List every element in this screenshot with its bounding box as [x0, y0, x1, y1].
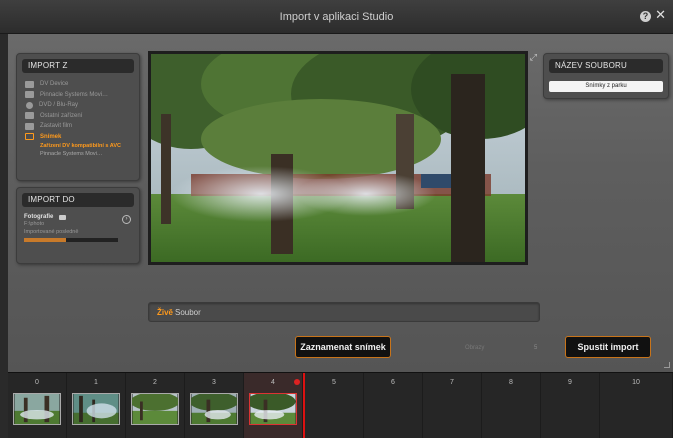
source-item-dv[interactable]: DV Device: [25, 79, 139, 89]
timeline-slot[interactable]: 1: [67, 373, 126, 438]
sub-item-avc[interactable]: Zařízení DV kompatibilní s AVC: [25, 142, 139, 150]
import-to-panel: IMPORT DO Fotografie › F:\photo Importov…: [16, 187, 140, 264]
timeline-slot[interactable]: 0: [8, 373, 67, 438]
resize-handle[interactable]: [664, 362, 670, 368]
source-label: Snímek: [40, 133, 62, 140]
slot-number: 7: [450, 379, 454, 386]
snapshot-thumbnail[interactable]: [131, 393, 179, 425]
live-source-bar[interactable]: Živě Soubor: [148, 302, 540, 322]
timeline-slot[interactable]: 6: [364, 373, 423, 438]
source-list: DV Device Pinnacle Systems Movi… DVD / B…: [17, 73, 139, 158]
folder-icon: [25, 112, 34, 119]
slot-number: 8: [509, 379, 513, 386]
capture-snapshot-button[interactable]: Zaznamenat snímek: [295, 336, 391, 358]
source-label: DV Device: [40, 81, 69, 87]
snapshot-thumbnail[interactable]: [190, 393, 238, 425]
close-icon[interactable]: ✕: [655, 8, 666, 22]
camcorder-icon: [25, 80, 34, 88]
slot-number: 0: [35, 379, 39, 386]
expand-icon[interactable]: ⤢: [530, 52, 537, 63]
preview-image: [121, 39, 551, 262]
file-name-input[interactable]: Snímky z parku: [549, 81, 663, 92]
import-to-header: IMPORT DO: [22, 193, 134, 207]
slot-number: 2: [153, 379, 157, 386]
source-item-dvd[interactable]: DVD / Blu-Ray: [25, 100, 139, 110]
film-icon: [25, 122, 34, 130]
slot-number: 5: [332, 379, 336, 386]
snapshot-thumbnail[interactable]: [72, 393, 120, 425]
timeline-slot[interactable]: 10: [600, 373, 673, 438]
import-path: F:\photo: [24, 221, 45, 227]
title-bar: Import v aplikaci Studio ? ✕: [0, 0, 673, 34]
source-label: Ostatní zařízení: [40, 112, 83, 119]
import-to-category[interactable]: Fotografie: [17, 207, 139, 220]
slot-number: 6: [391, 379, 395, 386]
timeline-slot[interactable]: 9: [541, 373, 600, 438]
help-icon[interactable]: ?: [640, 11, 651, 22]
disc-icon: [26, 101, 33, 109]
source-label: DVD / Blu-Ray: [39, 102, 79, 108]
timeline-slot[interactable]: 3: [185, 373, 244, 438]
slot-number: 3: [212, 379, 216, 386]
disk-space-bar: [24, 238, 118, 242]
arrow-right-icon[interactable]: ›: [122, 215, 131, 224]
source-item-other[interactable]: Ostatní zařízení: [25, 111, 139, 121]
slot-number: 10: [632, 379, 640, 386]
source-label: Zastavit film: [40, 123, 73, 129]
source-item-stop-film[interactable]: Zastavit film: [25, 121, 139, 131]
frames-label: Obrazy: [465, 345, 485, 351]
frames-value: 5: [534, 345, 538, 351]
window-title: Import v aplikaci Studio: [279, 11, 394, 23]
disk-space-fill: [24, 238, 67, 242]
snapshot-thumbnail[interactable]: [249, 393, 297, 425]
file-name-header: NÁZEV SOUBORU: [549, 59, 663, 73]
record-marker-icon: [294, 379, 300, 385]
folder-icon[interactable]: [59, 214, 67, 220]
slot-number: 1: [94, 379, 98, 386]
file-name-panel: NÁZEV SOUBORU Snímky z parku: [543, 53, 669, 99]
import-from-panel: IMPORT Z DV Device Pinnacle Systems Movi…: [16, 53, 140, 181]
camera-icon: [25, 133, 34, 140]
import-subfolder: Importované posledně: [24, 229, 79, 235]
webcam-icon: [25, 91, 34, 98]
timeline-slot[interactable]: 5: [305, 373, 364, 438]
snapshot-timeline: 0 1 2 3 4 5 6 7 8 9 10: [8, 372, 673, 438]
start-import-button[interactable]: Spustit import: [565, 336, 651, 358]
timeline-slot[interactable]: 8: [482, 373, 541, 438]
source-item-snapshot[interactable]: Snímek: [25, 132, 139, 142]
file-label[interactable]: Soubor: [175, 308, 201, 317]
timeline-slot[interactable]: 7: [423, 373, 482, 438]
live-label[interactable]: Živě: [157, 308, 173, 317]
video-preview: ⤢: [121, 39, 551, 265]
source-item-pinnacle[interactable]: Pinnacle Systems Movi…: [25, 90, 139, 100]
slot-number: 9: [568, 379, 572, 386]
source-label: Pinnacle Systems Movi…: [40, 91, 109, 98]
snapshot-thumbnail[interactable]: [13, 393, 61, 425]
sub-item-pinnacle[interactable]: Pinnacle Systems Movi…: [25, 150, 139, 158]
timeline-slot[interactable]: 2: [126, 373, 185, 438]
import-from-header: IMPORT Z: [22, 59, 134, 73]
